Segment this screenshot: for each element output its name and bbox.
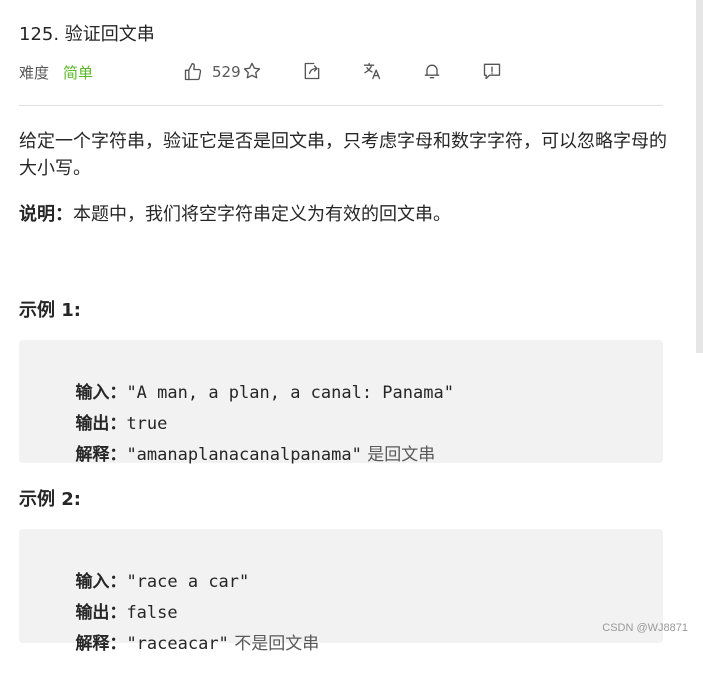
thumbs-up-icon (182, 61, 204, 83)
divider (19, 105, 663, 106)
example-2-explain-line: 解释："raceacar" 不是回文串 (43, 609, 319, 674)
share-icon[interactable] (301, 60, 323, 82)
scrollbar[interactable] (696, 0, 703, 353)
translate-icon[interactable] (361, 60, 383, 82)
example-2-title: 示例 2: (19, 489, 81, 510)
explain-label: 解释： (75, 445, 127, 465)
note-label: 说明： (19, 204, 73, 225)
explain-value: "amanaplanacanalpanama" (126, 445, 362, 465)
explain-text: 不是回文串 (234, 634, 320, 654)
like-button[interactable]: 529 (182, 61, 241, 83)
example-1-title: 示例 1: (19, 300, 81, 321)
like-count: 529 (212, 63, 241, 81)
problem-description: 给定一个字符串，验证它是否是回文串，只考虑字母和数字字符，可以忽略字母的大小写。 (19, 131, 667, 179)
note-text: 本题中，我们将空字符串定义为有效的回文串。 (73, 204, 451, 225)
watermark: CSDN @WJ8871 (602, 622, 688, 634)
example-2-code-block: 输入："race a car" 输出：false 解释："raceacar" 不… (19, 529, 663, 654)
difficulty-label: 难度 (19, 63, 50, 82)
star-icon[interactable] (241, 60, 263, 82)
explain-text: 是回文串 (367, 445, 436, 465)
example-1-code-block: 输入："A man, a plan, a canal: Panama" 输出：t… (19, 340, 663, 465)
explain-label: 解释： (75, 634, 127, 654)
input-value: "A man, a plan, a canal: Panama" (126, 383, 454, 403)
example-1-explain-line: 解释："amanaplanacanalpanama" 是回文串 (43, 420, 435, 485)
bell-icon[interactable] (421, 60, 443, 82)
problem-note: 说明：本题中，我们将空字符串定义为有效的回文串。 (19, 201, 451, 228)
problem-title: 125. 验证回文串 (19, 24, 155, 45)
explain-value: "raceacar" (126, 634, 229, 654)
problem-meta-bar: 难度 简单 529 (19, 60, 663, 84)
feedback-icon[interactable] (481, 60, 503, 82)
difficulty-badge: 简单 (63, 63, 94, 82)
